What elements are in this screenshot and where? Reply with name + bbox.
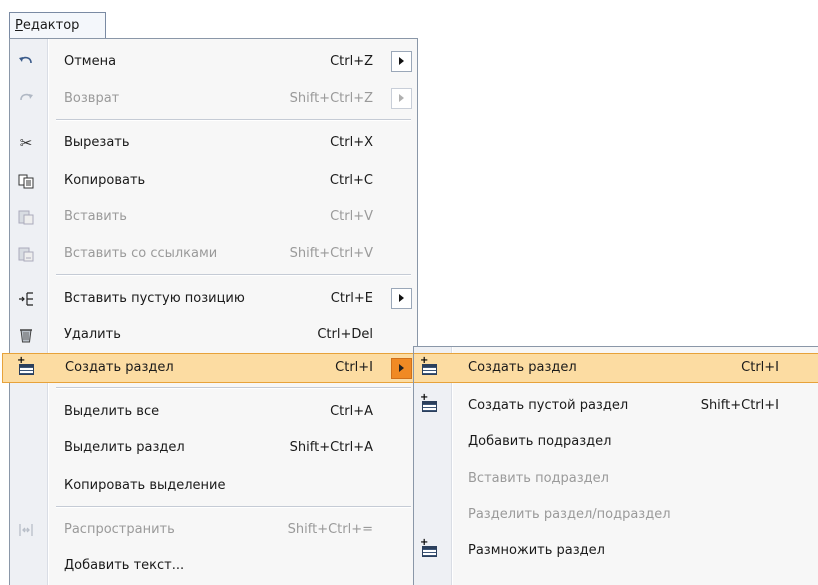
menu-item-shortcut: Ctrl+A xyxy=(330,404,373,419)
menu-item-shortcut: Shift+Ctrl+V xyxy=(289,246,373,261)
menu-item-label: Копировать выделение xyxy=(64,478,226,493)
menu-item-delete[interactable]: Удалить Ctrl+Del xyxy=(10,320,417,350)
menu-item-cut[interactable]: ✂ Вырезать Ctrl+X xyxy=(10,128,417,158)
menu-item-label: Размножить раздел xyxy=(468,543,605,558)
create-empty-section-icon: + xyxy=(420,393,440,415)
menu-separator xyxy=(56,119,411,121)
menu-item-paste-with-links: Вставить со ссылками Shift+Ctrl+V xyxy=(10,239,417,269)
copy-icon xyxy=(16,172,36,190)
insert-position-icon xyxy=(16,290,36,308)
menu-item-label: Выделить раздел xyxy=(64,440,185,455)
menu-item-shortcut: Ctrl+V xyxy=(330,209,373,224)
menu-item-shortcut: Ctrl+I xyxy=(335,360,373,375)
create-section-submenu: + Создать раздел Ctrl+I + Создать пустой… xyxy=(413,346,818,585)
undo-icon xyxy=(16,53,36,71)
menu-item-shortcut: Ctrl+I xyxy=(741,360,779,375)
spread-icon xyxy=(16,521,36,539)
create-section-icon: + xyxy=(420,356,440,378)
menu-item-copy[interactable]: Копировать Ctrl+C xyxy=(10,166,417,196)
menu-item-shortcut: Ctrl+Z xyxy=(330,54,373,69)
menu-editor-label: едактор xyxy=(22,18,80,33)
menu-item-label: Удалить xyxy=(64,327,121,342)
menu-item-shortcut: Ctrl+C xyxy=(329,173,373,188)
multiply-section-icon: + xyxy=(420,538,440,560)
menu-item-redo: Возврат Shift+Ctrl+Z xyxy=(10,84,417,114)
menu-item-label: Распространить xyxy=(64,522,175,537)
submenu-item-insert-subsection: Вставить подраздел xyxy=(414,464,818,494)
menu-item-shortcut: Shift+Ctrl+= xyxy=(287,522,373,537)
paste-link-icon xyxy=(16,245,36,263)
menu-item-select-all[interactable]: Выделить все Ctrl+A xyxy=(10,397,417,427)
menu-item-shortcut: Ctrl+Del xyxy=(317,327,373,342)
menu-item-label: Вставить пустую позицию xyxy=(64,291,245,306)
submenu-arrow-icon xyxy=(391,88,412,109)
menu-item-create-section[interactable]: + Создать раздел Ctrl+I xyxy=(2,353,418,383)
menu-item-add-text[interactable]: Добавить текст... xyxy=(10,551,417,581)
menu-item-label: Вставить со ссылками xyxy=(64,246,218,261)
menu-item-label: Добавить подраздел xyxy=(468,434,612,449)
menu-item-label: Отмена xyxy=(64,54,117,69)
menu-item-label: Создать раздел xyxy=(65,360,174,375)
menu-item-undo[interactable]: Отмена Ctrl+Z xyxy=(10,47,417,77)
menu-item-shortcut: Shift+Ctrl+A xyxy=(289,440,373,455)
submenu-item-split-section: Разделить раздел/подраздел xyxy=(414,500,818,530)
menu-item-label: Добавить текст... xyxy=(64,558,185,573)
submenu-arrow-icon[interactable] xyxy=(391,51,412,72)
menu-item-shortcut: Ctrl+X xyxy=(330,135,373,150)
menu-item-label: Вставить подраздел xyxy=(468,471,609,486)
menu-separator xyxy=(56,506,411,508)
menu-item-label: Копировать xyxy=(64,173,146,188)
menu-editor[interactable]: Редактор xyxy=(9,12,106,38)
submenu-arrow-icon[interactable] xyxy=(391,358,412,379)
menu-item-spread: Распространить Shift+Ctrl+= xyxy=(10,515,417,545)
submenu-item-multiply-section[interactable]: + Размножить раздел xyxy=(414,536,818,566)
editor-dropdown-menu: Отмена Ctrl+Z Возврат Shift+Ctrl+Z ✂ Выр… xyxy=(2,38,418,585)
menu-item-label: Создать раздел xyxy=(468,360,577,375)
redo-icon xyxy=(16,90,36,108)
menu-item-shortcut: Ctrl+E xyxy=(330,291,373,306)
menu-item-label: Создать пустой раздел xyxy=(468,398,629,413)
menu-separator xyxy=(56,274,411,276)
paste-icon xyxy=(16,208,36,226)
menu-item-select-section[interactable]: Выделить раздел Shift+Ctrl+A xyxy=(10,433,417,463)
menu-item-label: Вставить xyxy=(64,209,127,224)
menu-item-shortcut: Shift+Ctrl+I xyxy=(700,398,779,413)
submenu-item-add-subsection[interactable]: Добавить подраздел xyxy=(414,427,818,457)
menu-item-label: Выделить все xyxy=(64,404,160,419)
menu-separator xyxy=(56,387,411,389)
submenu-item-create-section[interactable]: + Создать раздел Ctrl+I xyxy=(414,353,818,383)
delete-icon xyxy=(16,326,36,344)
menu-item-label: Возврат xyxy=(64,91,120,106)
menu-item-label: Вырезать xyxy=(64,135,130,150)
submenu-arrow-icon[interactable] xyxy=(391,288,412,309)
create-section-icon: + xyxy=(17,356,37,378)
menu-editor-accel: Р xyxy=(15,18,23,33)
menu-item-paste: Вставить Ctrl+V xyxy=(10,202,417,232)
menu-item-insert-empty-position[interactable]: Вставить пустую позицию Ctrl+E xyxy=(10,284,417,314)
submenu-item-create-empty-section[interactable]: + Создать пустой раздел Shift+Ctrl+I xyxy=(414,391,818,421)
menu-item-label: Разделить раздел/подраздел xyxy=(468,507,671,522)
scissors-icon: ✂ xyxy=(19,134,33,152)
menu-item-shortcut: Shift+Ctrl+Z xyxy=(289,91,373,106)
menu-item-copy-selection[interactable]: Копировать выделение xyxy=(10,471,417,501)
